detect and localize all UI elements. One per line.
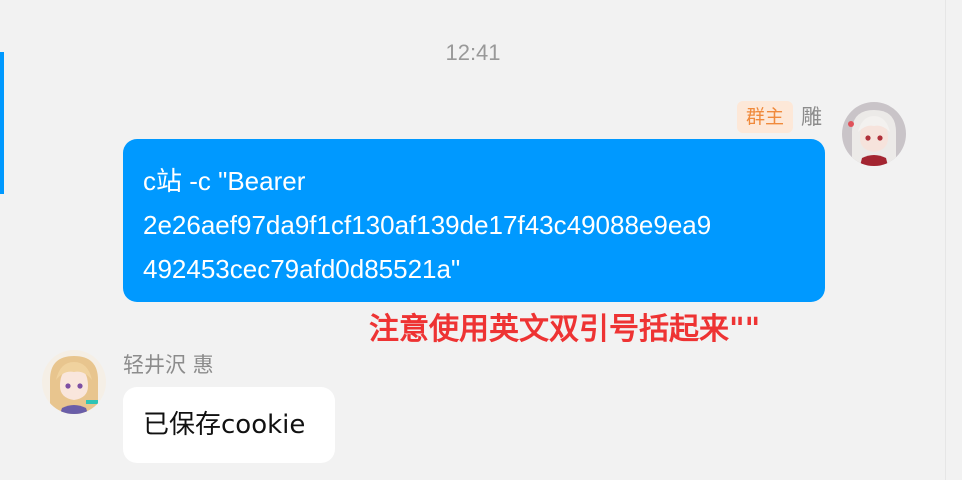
anime-avatar-icon[interactable] (42, 350, 106, 414)
anime-avatar-icon[interactable] (842, 102, 906, 166)
red-annotation-text: 注意使用英文双引号括起来"" (369, 312, 761, 347)
group-owner-badge: 群主 (737, 101, 793, 133)
incoming-message-bubble[interactable]: 已保存cookie (123, 387, 335, 463)
selected-chat-indicator (0, 52, 4, 194)
scrollbar-track[interactable] (945, 0, 962, 480)
outgoing-message-bubble[interactable]: c站 -c "Bearer 2e26aef97da9f1cf130af139de… (123, 139, 825, 302)
sender-name[interactable]: 雕 (801, 101, 822, 133)
message-line: c站 -c "Bearer (143, 166, 306, 196)
message-timestamp: 12:41 (445, 40, 501, 65)
sender-name[interactable]: 轻井沢 惠 (123, 349, 214, 381)
message-line: 492453cec79afd0d85521a" (143, 254, 461, 284)
message-line: 2e26aef97da9f1cf130af139de17f43c49088e9e… (143, 210, 712, 240)
